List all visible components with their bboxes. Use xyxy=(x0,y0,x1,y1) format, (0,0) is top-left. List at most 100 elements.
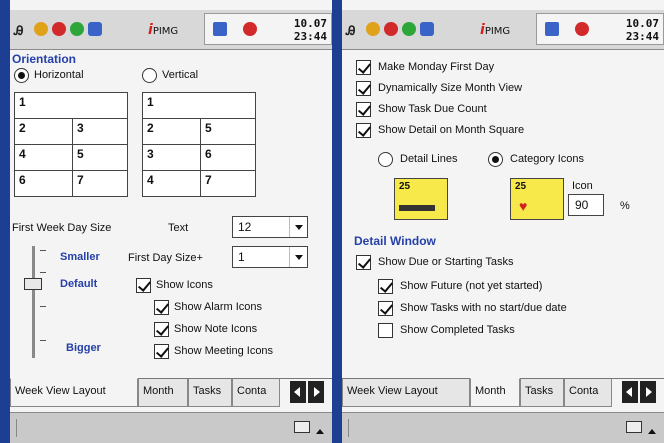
alarm-icon[interactable] xyxy=(34,22,48,36)
input-bar xyxy=(10,412,332,443)
first-day-size-value: 1 xyxy=(238,250,245,264)
size-slider-thumb[interactable] xyxy=(24,278,42,290)
record-icon[interactable] xyxy=(384,22,398,36)
tab-strip: Week View Layout Month Tasks Conta xyxy=(342,378,664,408)
show-alarm-icons-label: Show Alarm Icons xyxy=(174,301,263,313)
start-icon[interactable]: Ꭿ xyxy=(346,23,355,39)
tab-left-arrow-icon[interactable] xyxy=(622,381,638,403)
tab-week-view-layout[interactable]: Week View Layout xyxy=(10,378,138,407)
chevron-down-icon[interactable] xyxy=(289,217,307,237)
show-icons-label: Show Icons xyxy=(156,279,213,291)
network-icon[interactable] xyxy=(420,22,434,36)
tab-tasks[interactable]: Tasks xyxy=(520,379,564,407)
app-label[interactable]: iPIMG xyxy=(148,22,178,38)
month-pane: Ꭿ iPIMG 10.07 23:44 Make Monday First Da… xyxy=(342,0,664,443)
sync-icon[interactable] xyxy=(402,22,416,36)
clock: 10.07 23:44 xyxy=(625,17,659,43)
preview-day-number: 25 xyxy=(399,181,411,192)
separator xyxy=(16,419,17,437)
tab-contacts[interactable]: Conta xyxy=(232,379,280,407)
first-week-day-size-label: First Week Day Size xyxy=(12,222,112,234)
chevron-up-icon[interactable] xyxy=(316,425,324,434)
grid-cell: 4 xyxy=(142,170,201,197)
dynamic-size-checkbox[interactable] xyxy=(356,81,371,96)
show-no-date-checkbox[interactable] xyxy=(378,301,393,316)
detail-line-bar xyxy=(399,205,435,211)
grid-cell: 1 xyxy=(14,92,128,119)
icon-size-input[interactable]: 90 xyxy=(568,194,604,216)
percent-label: % xyxy=(620,200,630,212)
tab-contacts[interactable]: Conta xyxy=(564,379,612,407)
orientation-title: Orientation xyxy=(12,52,77,66)
show-due-starting-checkbox[interactable] xyxy=(356,255,371,270)
horizontal-label: Horizontal xyxy=(34,69,84,81)
slider-tick xyxy=(40,250,46,251)
tab-week-view-layout[interactable]: Week View Layout xyxy=(342,379,470,407)
grid-cell: 7 xyxy=(200,170,256,197)
clock-area[interactable]: 10.07 23:44 xyxy=(204,13,332,45)
app-label[interactable]: iPIMG xyxy=(480,22,510,38)
grid-cell: 2 xyxy=(142,118,201,145)
flag-icon xyxy=(575,22,589,36)
grid-cell: 2 xyxy=(14,118,73,145)
preview-day-number: 25 xyxy=(515,181,527,192)
slider-tick xyxy=(40,340,46,341)
heart-icon: ♥ xyxy=(519,198,528,214)
show-detail-checkbox[interactable] xyxy=(356,123,371,138)
tab-right-arrow-icon[interactable] xyxy=(308,381,324,403)
grid-cell: 3 xyxy=(72,118,128,145)
network-icon[interactable] xyxy=(88,22,102,36)
show-no-date-label: Show Tasks with no start/due date xyxy=(400,302,567,314)
show-alarm-icons-checkbox[interactable] xyxy=(154,300,169,315)
grid-cell: 4 xyxy=(14,144,73,171)
alarm-icon[interactable] xyxy=(366,22,380,36)
grid-cell: 1 xyxy=(142,92,256,119)
show-future-checkbox[interactable] xyxy=(378,279,393,294)
show-completed-label: Show Completed Tasks xyxy=(400,324,515,336)
chevron-down-icon[interactable] xyxy=(289,247,307,267)
show-note-icons-checkbox[interactable] xyxy=(154,322,169,337)
show-note-icons-label: Show Note Icons xyxy=(174,323,258,335)
dynamic-size-label: Dynamically Size Month View xyxy=(378,82,523,94)
icon-size-value: 90 xyxy=(575,198,589,212)
horizontal-radio[interactable] xyxy=(14,68,29,83)
keyboard-icon[interactable] xyxy=(626,421,642,433)
show-due-starting-label: Show Due or Starting Tasks xyxy=(378,256,514,268)
start-icon[interactable]: Ꭿ xyxy=(14,23,23,39)
record-icon[interactable] xyxy=(52,22,66,36)
tab-right-arrow-icon[interactable] xyxy=(640,381,656,403)
detail-window-title: Detail Window xyxy=(354,234,436,248)
category-icons-radio[interactable] xyxy=(488,152,503,167)
show-task-due-checkbox[interactable] xyxy=(356,102,371,117)
first-day-size-label: First Day Size+ xyxy=(128,252,203,264)
separator xyxy=(348,419,349,437)
taskbar: Ꭿ iPIMG 10.07 23:44 xyxy=(342,10,664,50)
make-monday-first-checkbox[interactable] xyxy=(356,60,371,75)
bigger-label: Bigger xyxy=(66,342,101,354)
tab-tasks[interactable]: Tasks xyxy=(188,379,232,407)
sync-icon[interactable] xyxy=(70,22,84,36)
show-icons-checkbox[interactable] xyxy=(136,278,151,293)
show-meeting-icons-checkbox[interactable] xyxy=(154,344,169,359)
text-size-select[interactable]: 12 xyxy=(232,216,308,238)
text-label: Text xyxy=(168,222,189,234)
icon-label: Icon xyxy=(572,180,593,192)
text-size-value: 12 xyxy=(238,220,252,234)
first-day-size-select[interactable]: 1 xyxy=(232,246,308,268)
tab-month[interactable]: Month xyxy=(138,379,188,407)
grid-cell: 3 xyxy=(142,144,201,171)
horizontal-layout-grid[interactable]: 1 23 45 67 xyxy=(14,92,128,197)
week-view-layout-pane: Ꭿ iPIMG 10.07 23:44 Orientation Horizont… xyxy=(10,0,332,443)
size-slider-track[interactable] xyxy=(32,246,35,358)
clock-area[interactable]: 10.07 23:44 xyxy=(536,13,664,45)
vertical-radio[interactable] xyxy=(142,68,157,83)
vertical-label: Vertical xyxy=(162,69,199,81)
keyboard-icon[interactable] xyxy=(294,421,310,433)
vertical-layout-grid[interactable]: 1 25 36 47 xyxy=(142,92,256,197)
input-bar xyxy=(342,412,664,443)
tab-left-arrow-icon[interactable] xyxy=(290,381,306,403)
chevron-up-icon[interactable] xyxy=(648,425,656,434)
show-completed-checkbox[interactable] xyxy=(378,323,393,338)
detail-lines-radio[interactable] xyxy=(378,152,393,167)
tab-month[interactable]: Month xyxy=(470,378,520,407)
